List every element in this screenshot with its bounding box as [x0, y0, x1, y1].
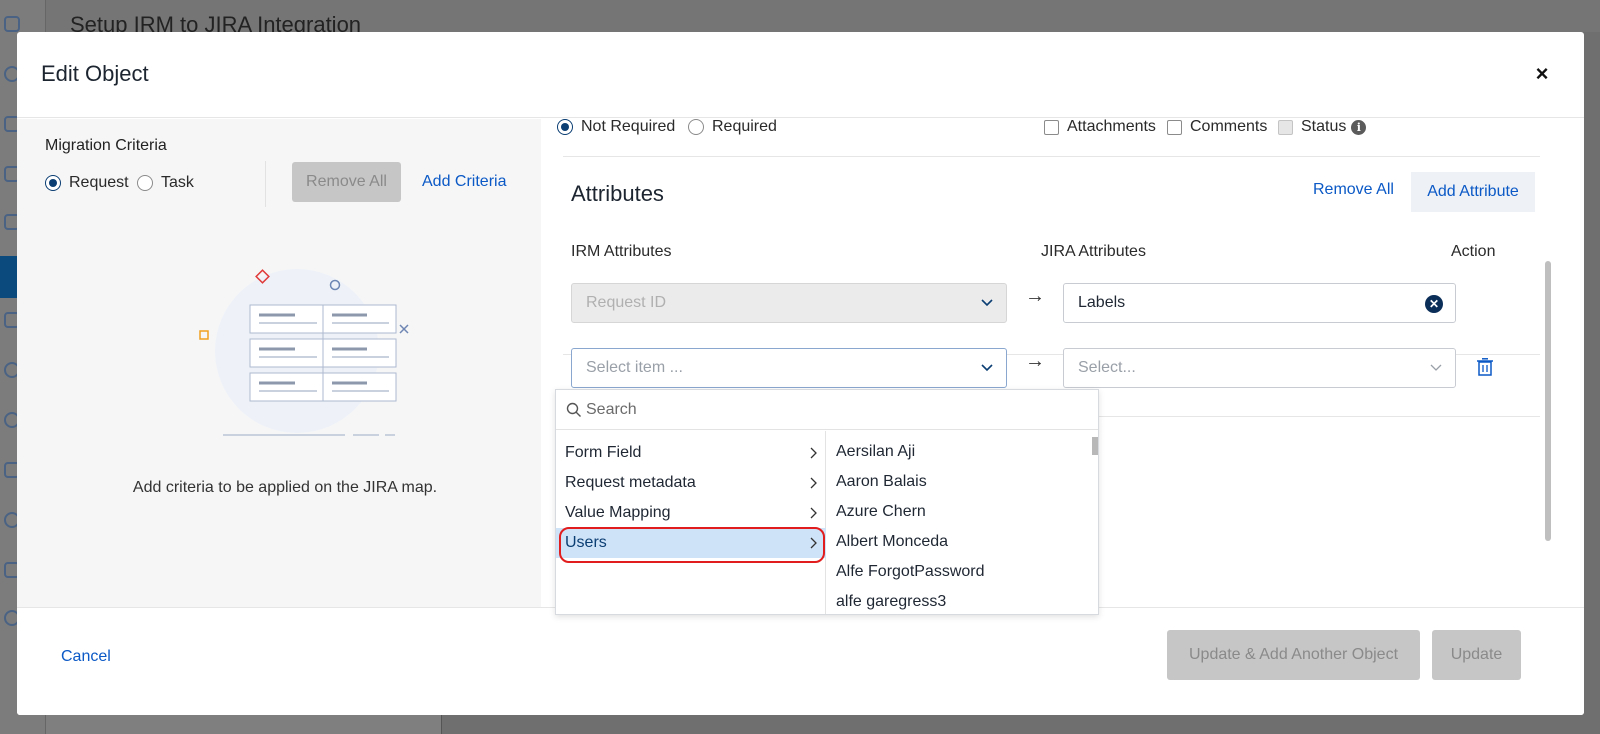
radio-task-label: Task: [161, 174, 194, 191]
divider: [265, 161, 266, 207]
chevron-down-icon[interactable]: [1429, 360, 1443, 374]
attributes-title: Attributes: [571, 181, 664, 206]
remove-all-criteria-button[interactable]: Remove All: [292, 162, 401, 202]
radio-required[interactable]: Required: [688, 118, 777, 136]
close-icon[interactable]: ×: [1530, 61, 1554, 86]
update-add-another-button[interactable]: Update & Add Another Object: [1167, 630, 1420, 680]
background-panel: [46, 714, 442, 734]
checkbox-attachments[interactable]: Attachments: [1044, 118, 1156, 136]
category-label: Request metadata: [565, 474, 696, 491]
active-nav-indicator: [0, 256, 18, 298]
chevron-right-icon: [810, 447, 817, 459]
irm-attribute-select-row1: Request ID: [571, 283, 1007, 323]
add-attribute-button[interactable]: Add Attribute: [1411, 172, 1535, 212]
checkbox-comments-box[interactable]: [1167, 119, 1182, 135]
radio-request-dot[interactable]: [45, 175, 61, 191]
migration-criteria-label: Migration Criteria: [45, 137, 167, 154]
radio-request-label: Request: [69, 174, 129, 191]
migration-criteria-panel: Migration Criteria Request Task Remove A…: [17, 119, 541, 619]
user-item[interactable]: Azure Chern: [836, 503, 926, 521]
jira-attribute-value: Labels: [1078, 294, 1126, 311]
info-icon[interactable]: i: [1351, 119, 1367, 135]
user-item[interactable]: Alfe ForgotPassword: [836, 563, 985, 581]
user-list-scrollbar[interactable]: [1092, 437, 1098, 455]
irm-attribute-value: Request ID: [586, 294, 667, 311]
update-button[interactable]: Update: [1432, 630, 1521, 680]
modal-header: Edit Object ×: [17, 32, 1584, 118]
jira-attribute-select-row2[interactable]: Select...: [1063, 348, 1456, 388]
chevron-down-icon: [981, 299, 993, 307]
chevron-down-icon[interactable]: [980, 360, 994, 374]
checkbox-status[interactable]: Status i: [1278, 118, 1367, 136]
checkbox-comments-label: Comments: [1190, 118, 1268, 135]
radio-required-dot[interactable]: [688, 119, 704, 135]
checkbox-status-label: Status: [1301, 118, 1347, 135]
chevron-right-icon: [810, 477, 817, 489]
mapping-arrow-icon: →: [1025, 350, 1045, 372]
category-label: Users: [565, 534, 607, 551]
irm-attributes-header: IRM Attributes: [571, 243, 672, 260]
checkbox-comments[interactable]: Comments: [1167, 118, 1267, 136]
delete-icon[interactable]: [1477, 358, 1493, 376]
search-input[interactable]: [586, 400, 986, 419]
checkbox-status-box[interactable]: [1278, 119, 1293, 135]
radio-not-required[interactable]: Not Required: [557, 118, 675, 136]
user-list: Aersilan Aji Aaron Balais Azure Chern Al…: [827, 431, 1098, 614]
irm-attribute-dropdown: Form Field Request metadata Value Mappin…: [555, 389, 1099, 615]
jira-attribute-placeholder: Select...: [1078, 359, 1136, 376]
user-item[interactable]: Albert Monceda: [836, 533, 948, 551]
add-criteria-link[interactable]: Add Criteria: [422, 173, 506, 191]
radio-not-required-label: Not Required: [581, 118, 676, 135]
chevron-right-icon: [810, 537, 817, 549]
clear-icon[interactable]: ✕: [1425, 295, 1443, 313]
jira-attribute-select-row1[interactable]: Labels ✕: [1063, 283, 1456, 323]
checkbox-attachments-label: Attachments: [1067, 118, 1156, 135]
category-item-request-metadata[interactable]: Request metadata: [556, 468, 826, 498]
remove-all-attributes-link[interactable]: Remove All: [1313, 181, 1394, 199]
modal-footer: Cancel Update & Add Another Object Updat…: [17, 607, 1584, 715]
radio-required-label: Required: [712, 118, 777, 135]
user-item[interactable]: alfe garegress3: [836, 593, 946, 611]
category-item-form-field[interactable]: Form Field: [556, 438, 826, 468]
category-item-users[interactable]: Users: [556, 528, 826, 558]
category-list: Form Field Request metadata Value Mappin…: [556, 431, 826, 614]
category-item-value-mapping[interactable]: Value Mapping: [556, 498, 826, 528]
mapping-arrow-icon: →: [1025, 285, 1045, 307]
category-label: Form Field: [565, 444, 642, 461]
radio-task-dot[interactable]: [137, 175, 153, 191]
divider: [563, 156, 1540, 157]
user-item[interactable]: Aersilan Aji: [836, 443, 915, 461]
radio-request[interactable]: Request: [45, 174, 129, 192]
user-item[interactable]: Aaron Balais: [836, 473, 927, 491]
search-icon: [566, 402, 581, 417]
radio-not-required-dot[interactable]: [557, 119, 573, 135]
checkbox-attachments-box[interactable]: [1044, 119, 1059, 135]
empty-criteria-message: Add criteria to be applied on the JIRA m…: [132, 479, 438, 496]
action-header: Action: [1451, 243, 1496, 260]
nav-icon[interactable]: [4, 16, 20, 32]
dropdown-search: [556, 390, 1098, 430]
jira-attributes-header: JIRA Attributes: [1041, 243, 1146, 260]
modal-title: Edit Object: [41, 61, 149, 86]
irm-attribute-select-row2[interactable]: Select item ...: [571, 348, 1007, 388]
modal-scrollbar-thumb[interactable]: [1545, 261, 1551, 541]
cancel-button[interactable]: Cancel: [61, 648, 111, 666]
chevron-right-icon: [810, 507, 817, 519]
category-label: Value Mapping: [565, 504, 671, 521]
empty-state-illustration: [199, 269, 409, 436]
radio-task[interactable]: Task: [137, 174, 194, 192]
irm-attribute-placeholder: Select item ...: [586, 359, 683, 376]
